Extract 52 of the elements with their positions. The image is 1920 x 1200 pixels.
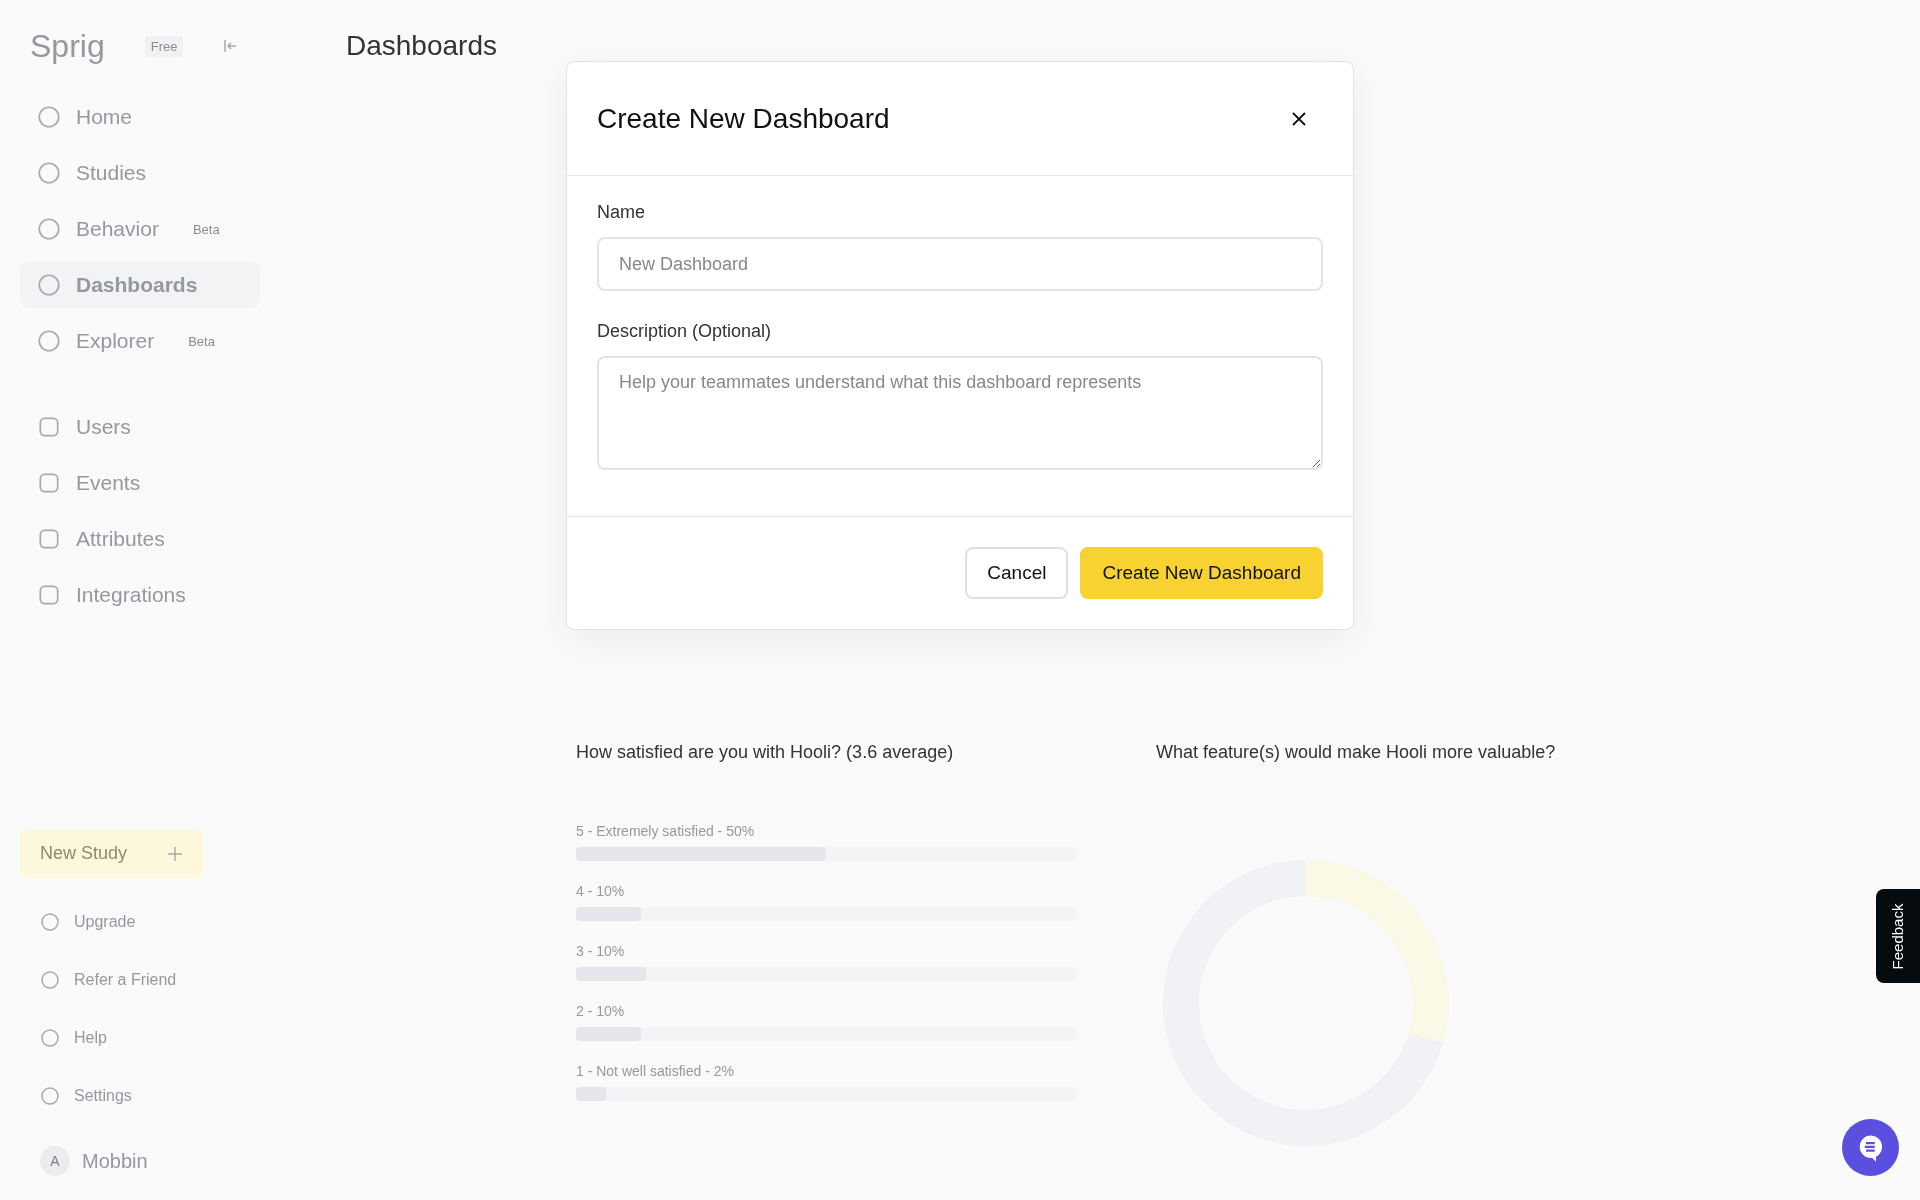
- field-label: Name: [597, 202, 646, 223]
- sidebar-item[interactable]: Settings: [40, 1086, 260, 1106]
- sidebar-item[interactable]: Refer a Friend: [40, 970, 260, 990]
- nav-icon: [40, 1086, 60, 1106]
- sidebar-item[interactable]: Home: [20, 94, 260, 140]
- sidebar-item[interactable]: Help: [40, 1028, 260, 1048]
- avatar: A: [40, 1146, 70, 1176]
- field-label: Description (Optional): [597, 321, 773, 342]
- name-input[interactable]: New Dashboard: [597, 237, 1323, 291]
- nav-icon: [40, 970, 60, 990]
- nav-icon: [40, 912, 60, 932]
- nav-icon: [40, 1028, 60, 1048]
- description-textarea[interactable]: Help your teammates understand what this dashboard represents: [597, 356, 1323, 470]
- nav-icon: [36, 272, 62, 298]
- create-button[interactable]: Create New Dashboard: [1080, 547, 1323, 599]
- sidebar-item[interactable]: Dashboards: [20, 262, 260, 308]
- beta-tag: Beta: [188, 333, 215, 349]
- bar-label: 1 - Not well satisfied - 2%: [576, 1063, 735, 1079]
- new-study-button[interactable]: New Study: [20, 829, 204, 878]
- bar-label: 2 - 10%: [576, 1003, 626, 1019]
- feedback-tab[interactable]: Feedback: [1876, 889, 1920, 983]
- logo: Sprig: [30, 27, 105, 65]
- chart-title: How satisfied are you with Hooli? (3.6 average): [576, 742, 955, 763]
- sidebar-item[interactable]: Users: [20, 404, 260, 450]
- sidebar-item[interactable]: Integrations: [20, 572, 260, 618]
- nav-icon: [36, 216, 62, 242]
- beta-tag: Beta: [192, 221, 220, 237]
- nav-icon: [36, 526, 62, 552]
- sidebar-item[interactable]: Explorer Beta: [20, 318, 260, 364]
- sidebar-item[interactable]: Upgrade: [40, 912, 260, 932]
- bar-label: 4 - 10%: [576, 883, 626, 899]
- nav-icon: [36, 414, 62, 440]
- account-switcher[interactable]: A Mobbin: [20, 1146, 260, 1176]
- page-title: Dashboards: [346, 30, 498, 62]
- plan-badge: Free: [144, 35, 184, 57]
- bar-label: 3 - 10%: [576, 943, 626, 959]
- cancel-button[interactable]: Cancel: [965, 547, 1069, 599]
- nav-icon: [36, 328, 62, 354]
- close-icon[interactable]: [1291, 110, 1307, 127]
- sidebar-item[interactable]: Events: [20, 460, 260, 506]
- nav-icon: [36, 104, 62, 130]
- plus-icon: [167, 845, 184, 862]
- nav-icon: [36, 582, 62, 608]
- chat-button[interactable]: [1842, 1119, 1899, 1176]
- sidebar-item[interactable]: Studies: [20, 150, 260, 196]
- chart-title: What feature(s) would make Hooli more valuable?: [1156, 742, 1557, 763]
- bar-label: 5 - Extremely satisfied - 50%: [576, 823, 756, 839]
- nav-icon: [36, 160, 62, 186]
- sidebar-item[interactable]: Attributes: [20, 516, 260, 562]
- nav-icon: [36, 470, 62, 496]
- dialog-title: Create New Dashboard: [597, 102, 890, 135]
- sidebar-item[interactable]: Behavior Beta: [20, 206, 260, 252]
